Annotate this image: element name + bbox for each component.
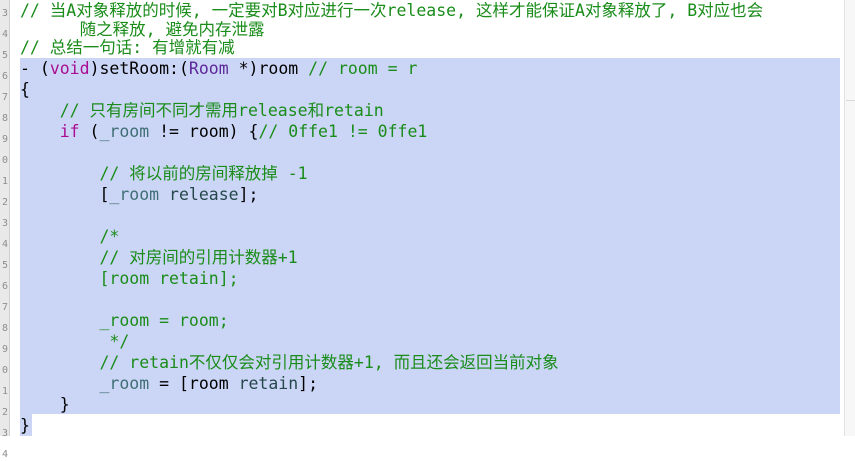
code-comment: // retain不仅仅会对引用计数器+1, 而且还会返回当前对象 [99,353,559,372]
code-comment: /* [99,227,120,246]
code-line: // 将以前的房间释放掉 -1 [20,163,308,185]
code-token: )setRoom:( [89,59,189,78]
code-ivar: _room [99,122,150,141]
code-comment: // 只有房间不同才需用release和retain [59,101,384,120]
line-number: 4 [1,449,8,460]
code-method: retain [238,374,299,393]
code-ivar: _room [109,185,160,204]
code-line: { [20,79,30,101]
code-comment: // 将以前的房间释放掉 -1 [99,164,308,183]
code-line: [_room release]; [20,184,258,206]
code-comment: _room = room; [99,311,229,330]
code-comment: // 0ffe1 != 0ffe1 [258,122,428,141]
vertical-scrollbar[interactable] [844,0,855,436]
code-line: _room = room; [20,310,229,332]
code-line: */ [20,331,129,353]
code-line: /* [20,226,119,248]
code-line: _room = [room retain]; [20,373,318,395]
code-line: [room retain]; [20,268,239,290]
scroll-marker [846,100,855,101]
code-comment: */ [109,332,130,351]
code-keyword: void [49,59,90,78]
code-method: release [169,185,239,204]
code-token: != room) { [149,122,259,141]
code-ivar: _room [99,374,150,393]
code-line: // 总结一句话: 有增就有减 [20,37,235,59]
code-comment: // room = r [308,59,418,78]
code-line: if (_room != room) {// 0ffe1 != 0ffe1 [20,121,428,143]
code-token: ( [79,122,100,141]
code-token: ]; [238,185,259,204]
code-line: } [20,415,30,437]
code-comment: // 总结一句话: 有增就有减 [20,38,235,57]
code-token: } [20,416,30,435]
code-line: // 只有房间不同才需用release和retain [20,100,384,122]
code-token: - ( [20,59,50,78]
code-token: ]; [298,374,319,393]
code-keyword: if [59,122,80,141]
code-token: [ [99,185,110,204]
code-line: - (void)setRoom:(Room *)room // room = r [20,58,417,80]
code-line: // 对房间的引用计数器+1 [20,247,298,269]
code-comment: // 当A对象释放的时候, 一定要对B对应进行一次release, 这样才能保证… [20,1,764,20]
code-token: = [room [149,374,239,393]
code-editor[interactable]: // 当A对象释放的时候, 一定要对B对应进行一次release, 这样才能保证… [0,0,855,436]
code-token: { [20,80,30,99]
code-token: } [59,395,70,414]
code-comment: [room retain]; [99,269,239,288]
code-comment: // 对房间的引用计数器+1 [99,248,298,267]
code-line: // retain不仅仅会对引用计数器+1, 而且还会返回当前对象 [20,352,559,374]
code-line: } [20,394,70,416]
code-type: Room [188,59,229,78]
code-token: *)room [228,59,309,78]
